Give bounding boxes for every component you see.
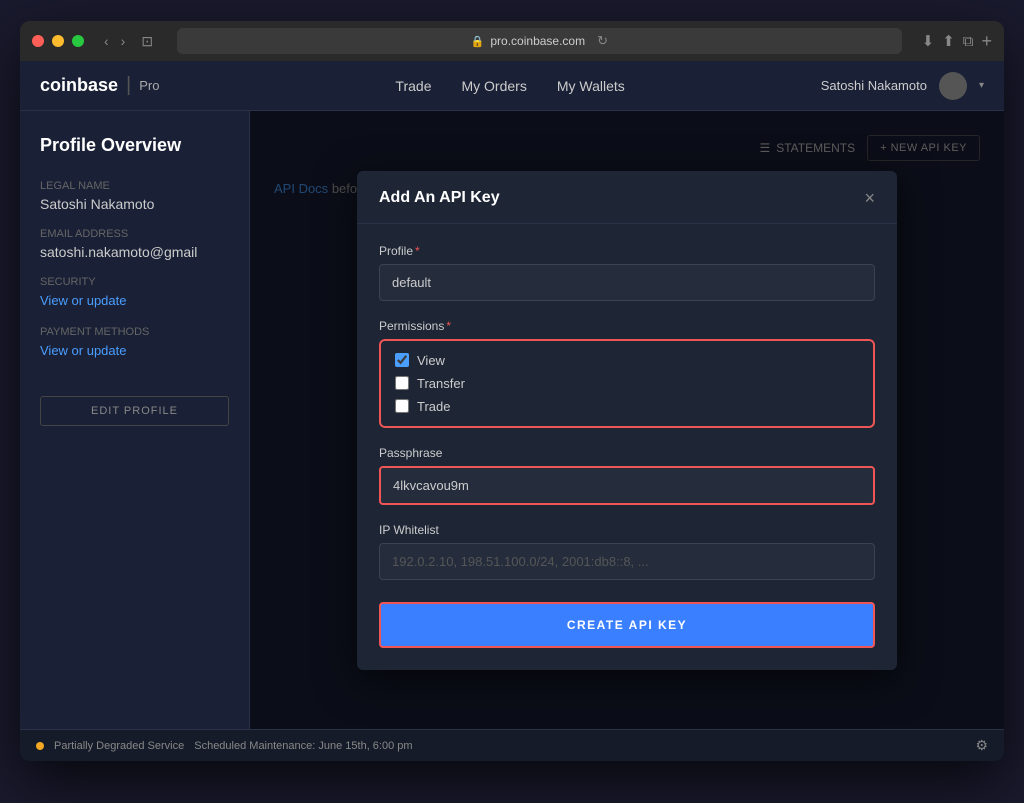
sidebar-title: Profile Overview: [40, 135, 229, 156]
profile-label: Profile*: [379, 244, 875, 258]
legal-name-label: Legal name: [40, 180, 229, 192]
sidebar-payment-section: Payment Methods View or update: [40, 326, 229, 360]
forward-button[interactable]: ›: [117, 31, 130, 51]
nav-trade[interactable]: Trade: [395, 78, 431, 94]
trade-checkbox[interactable]: [395, 399, 409, 413]
logo-divider: |: [126, 74, 131, 97]
main-area: ☰ STATEMENTS + NEW API KEY API Docs befo…: [250, 111, 1004, 729]
modal-overlay[interactable]: Add An API Key × Profile*: [250, 111, 1004, 729]
transfer-label: Transfer: [417, 376, 465, 391]
nav-my-orders[interactable]: My Orders: [461, 78, 526, 94]
passphrase-label: Passphrase: [379, 446, 875, 460]
share-icon[interactable]: ⬆: [942, 32, 955, 50]
nav-links: Trade My Orders My Wallets: [199, 78, 820, 94]
modal-add-api-key: Add An API Key × Profile*: [357, 171, 897, 670]
edit-profile-button[interactable]: EDIT PROFILE: [40, 396, 229, 426]
legal-name-value: Satoshi Nakamoto: [40, 196, 229, 212]
url-text: pro.coinbase.com: [490, 34, 585, 48]
modal-body: Profile* Permissions*: [357, 224, 897, 670]
nav-my-wallets[interactable]: My Wallets: [557, 78, 625, 94]
nav-buttons: ‹ ›: [100, 31, 129, 51]
permissions-form-group: Permissions* View Transfer: [379, 319, 875, 428]
permissions-label: Permissions*: [379, 319, 875, 333]
mac-titlebar: ‹ › ⊡ 🔒 pro.coinbase.com ↻ ⬇ ⬆ ⧉ +: [20, 21, 1004, 61]
payment-link[interactable]: View or update: [40, 343, 127, 358]
permission-transfer[interactable]: Transfer: [395, 376, 859, 391]
modal-close-button[interactable]: ×: [864, 189, 875, 207]
maximize-window-button[interactable]: [72, 35, 84, 47]
modal-header: Add An API Key ×: [357, 171, 897, 224]
passphrase-input[interactable]: [379, 466, 875, 505]
profile-form-group: Profile*: [379, 244, 875, 301]
ip-whitelist-form-group: IP Whitelist: [379, 523, 875, 580]
tab-overview-button[interactable]: ⊡: [137, 31, 157, 52]
create-api-key-button[interactable]: CREATE API KEY: [379, 602, 875, 648]
maintenance-text: Scheduled Maintenance: June 15th, 6:00 p…: [194, 740, 412, 752]
extensions-icon[interactable]: ⧉: [963, 33, 974, 50]
passphrase-form-group: Passphrase: [379, 446, 875, 505]
lock-icon: 🔒: [471, 35, 485, 48]
app-navbar: coinbase | Pro Trade My Orders My Wallet…: [20, 61, 1004, 111]
trade-label: Trade: [417, 399, 450, 414]
settings-icon[interactable]: ⚙: [975, 737, 988, 754]
permission-trade[interactable]: Trade: [395, 399, 859, 414]
status-left: Partially Degraded Service Scheduled Mai…: [36, 740, 413, 752]
sidebar: Profile Overview Legal name Satoshi Naka…: [20, 111, 250, 729]
passphrase-wrapper: [379, 466, 875, 505]
email-value: satoshi.nakamoto@gmail: [40, 244, 229, 260]
titlebar-right-buttons: ⬇ ⬆ ⧉ +: [922, 31, 992, 52]
logo-pro-label: Pro: [139, 78, 159, 93]
reload-icon[interactable]: ↻: [597, 33, 608, 49]
permissions-group: View Transfer Trade: [379, 339, 875, 428]
logo-text: coinbase: [40, 75, 118, 96]
payment-label: Payment Methods: [40, 326, 229, 338]
view-checkbox[interactable]: [395, 353, 409, 367]
view-label: View: [417, 353, 445, 368]
security-label: Security: [40, 276, 229, 288]
close-window-button[interactable]: [32, 35, 44, 47]
degraded-service-text: Partially Degraded Service: [54, 740, 184, 752]
sidebar-security-section: Security View or update: [40, 276, 229, 310]
back-button[interactable]: ‹: [100, 31, 113, 51]
mac-window: ‹ › ⊡ 🔒 pro.coinbase.com ↻ ⬇ ⬆ ⧉ + coinb…: [20, 21, 1004, 761]
app-logo: coinbase | Pro: [40, 74, 159, 97]
transfer-checkbox[interactable]: [395, 376, 409, 390]
modal-title: Add An API Key: [379, 189, 500, 207]
minimize-window-button[interactable]: [52, 35, 64, 47]
status-dot: [36, 742, 44, 750]
nav-right: Satoshi Nakamoto ▾: [821, 72, 984, 100]
ip-whitelist-label: IP Whitelist: [379, 523, 875, 537]
address-bar[interactable]: 🔒 pro.coinbase.com ↻: [177, 28, 902, 54]
nav-username: Satoshi Nakamoto: [821, 78, 927, 93]
security-link[interactable]: View or update: [40, 293, 127, 308]
status-bar: Partially Degraded Service Scheduled Mai…: [20, 729, 1004, 761]
sidebar-legal-name-section: Legal name Satoshi Nakamoto: [40, 180, 229, 212]
email-label: Email address: [40, 228, 229, 240]
avatar: [939, 72, 967, 100]
new-tab-button[interactable]: +: [981, 31, 992, 52]
ip-whitelist-input[interactable]: [379, 543, 875, 580]
profile-input[interactable]: [379, 264, 875, 301]
app-content: Profile Overview Legal name Satoshi Naka…: [20, 111, 1004, 729]
download-icon[interactable]: ⬇: [922, 32, 935, 50]
permission-view[interactable]: View: [395, 353, 859, 368]
chevron-down-icon[interactable]: ▾: [979, 80, 984, 91]
sidebar-email-section: Email address satoshi.nakamoto@gmail: [40, 228, 229, 260]
